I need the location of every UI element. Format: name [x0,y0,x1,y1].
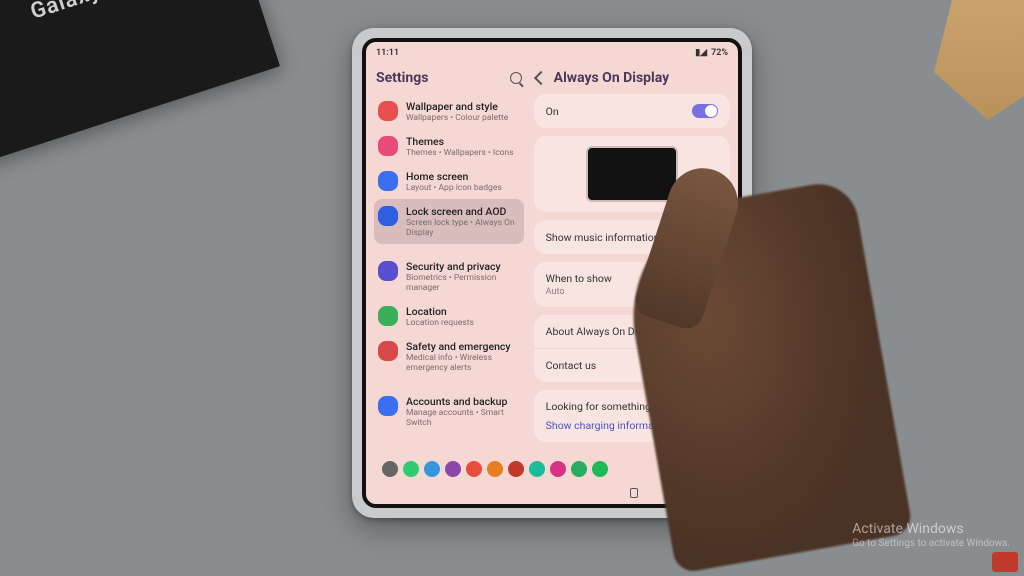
product-box-prop: Galaxy Z Fold6 [0,0,280,165]
status-right: ▮◢ 72% [695,48,728,58]
dock-app-icon[interactable] [571,461,587,477]
settings-item-label: Safety and emergency [406,340,520,353]
settings-item-icon [378,341,398,361]
settings-item[interactable]: Home screenLayout • App icon badges [374,164,524,199]
dock-music-icon[interactable] [550,461,566,477]
dock-app-icon[interactable] [487,461,503,477]
settings-item-icon [378,136,398,156]
settings-item[interactable]: Safety and emergencyMedical info • Wirel… [374,334,524,379]
dock-youtube-icon[interactable] [508,461,524,477]
settings-item-subtitle: Screen lock type • Always On Display [406,218,520,238]
dock-app-icon[interactable] [445,461,461,477]
contact-label: Contact us [546,359,597,372]
dock-spotify-icon[interactable] [592,461,608,477]
settings-item-icon [378,101,398,121]
settings-item-subtitle: Medical info • Wireless emergency alerts [406,353,520,373]
settings-item-icon [378,171,398,191]
watermark-line1: Activate Windows [852,521,1010,538]
settings-item-subtitle: Location requests [406,318,474,328]
settings-item-icon [378,206,398,226]
aod-on-toggle-row[interactable]: On [534,94,730,128]
settings-item[interactable]: Accounts and backupManage accounts • Sma… [374,389,524,434]
settings-header: Settings [374,66,524,94]
detail-header: Always On Display [534,66,730,94]
settings-item-subtitle: Manage accounts • Smart Switch [406,408,520,428]
settings-item-icon [378,306,398,326]
detail-title: Always On Display [554,70,728,86]
settings-item[interactable]: Lock screen and AODScreen lock type • Al… [374,199,524,244]
settings-item-label: Themes [406,135,514,148]
settings-item-label: Location [406,305,474,318]
aod-preview-tile [586,146,678,202]
settings-item[interactable]: Wallpaper and styleWallpapers • Colour p… [374,94,524,129]
status-time: 11:11 [376,48,399,58]
corner-badge-icon [992,552,1018,572]
settings-item-subtitle: Wallpapers • Colour palette [406,113,508,123]
signal-icon: ▮◢ [695,48,707,58]
settings-item[interactable]: LocationLocation requests [374,299,524,334]
settings-item-subtitle: Biometrics • Permission manager [406,273,520,293]
back-icon[interactable] [534,71,548,85]
settings-item-subtitle: Themes • Wallpapers • Icons [406,148,514,158]
settings-item-label: Home screen [406,170,502,183]
dock-app-icon[interactable] [466,461,482,477]
settings-item[interactable]: ThemesThemes • Wallpapers • Icons [374,129,524,164]
settings-item-subtitle: Layout • App icon badges [406,183,502,193]
dock-app-icon[interactable] [382,461,398,477]
settings-item-label: Lock screen and AOD [406,205,520,218]
product-box-text: Galaxy Z Fold6 [27,0,225,25]
aod-on-label: On [546,105,559,118]
recents-icon[interactable] [630,488,638,498]
settings-item-label: Wallpaper and style [406,100,508,113]
settings-item-label: Security and privacy [406,260,520,273]
battery-text: 72% [711,48,728,58]
dock-phone-icon[interactable] [403,461,419,477]
dock-chat-icon[interactable] [424,461,440,477]
toggle-switch-icon[interactable] [692,104,718,118]
watermark-line2: Go to Settings to activate Windows. [852,538,1010,550]
settings-list-pane: Settings Wallpaper and styleWallpapers •… [366,62,530,482]
settings-item-label: Accounts and backup [406,395,520,408]
wood-prop [934,0,1024,120]
dock-app-icon[interactable] [529,461,545,477]
settings-list: Wallpaper and styleWallpapers • Colour p… [374,94,524,482]
settings-item[interactable]: Security and privacyBiometrics • Permiss… [374,254,524,299]
windows-watermark: Activate Windows Go to Settings to activ… [852,521,1010,550]
settings-item-icon [378,261,398,281]
music-info-label: Show music information [546,231,660,244]
settings-title: Settings [376,70,504,86]
settings-item-icon [378,396,398,416]
search-icon[interactable] [510,72,522,84]
status-bar: 11:11 ▮◢ 72% [366,42,738,62]
